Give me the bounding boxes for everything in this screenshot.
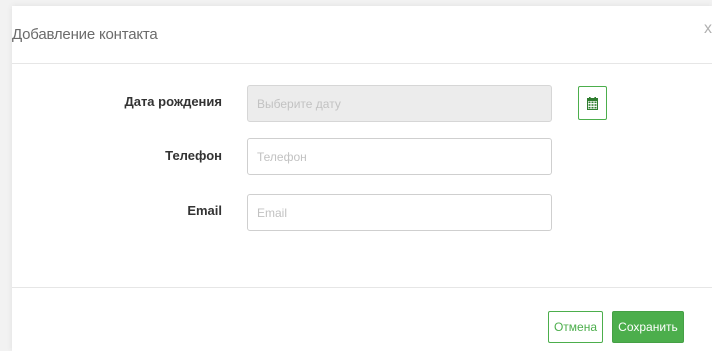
dialog-title: Добавление контакта [12, 26, 158, 43]
dialog-header: Добавление контакта x [12, 6, 712, 64]
email-label: Email [187, 203, 222, 218]
footer-divider [12, 287, 712, 288]
phone-label: Телефон [165, 148, 222, 163]
phone-field[interactable] [247, 138, 552, 175]
birthdate-label: Дата рождения [124, 94, 222, 109]
close-button[interactable]: x [704, 21, 712, 37]
cancel-button[interactable]: Отмена [548, 311, 603, 343]
add-contact-dialog: Добавление контакта x Дата рождения Теле… [12, 6, 712, 351]
save-button[interactable]: Сохранить [612, 311, 684, 343]
calendar-button[interactable] [578, 86, 607, 120]
birthdate-field[interactable] [247, 85, 552, 122]
email-field[interactable] [247, 194, 552, 231]
calendar-icon [587, 97, 598, 110]
